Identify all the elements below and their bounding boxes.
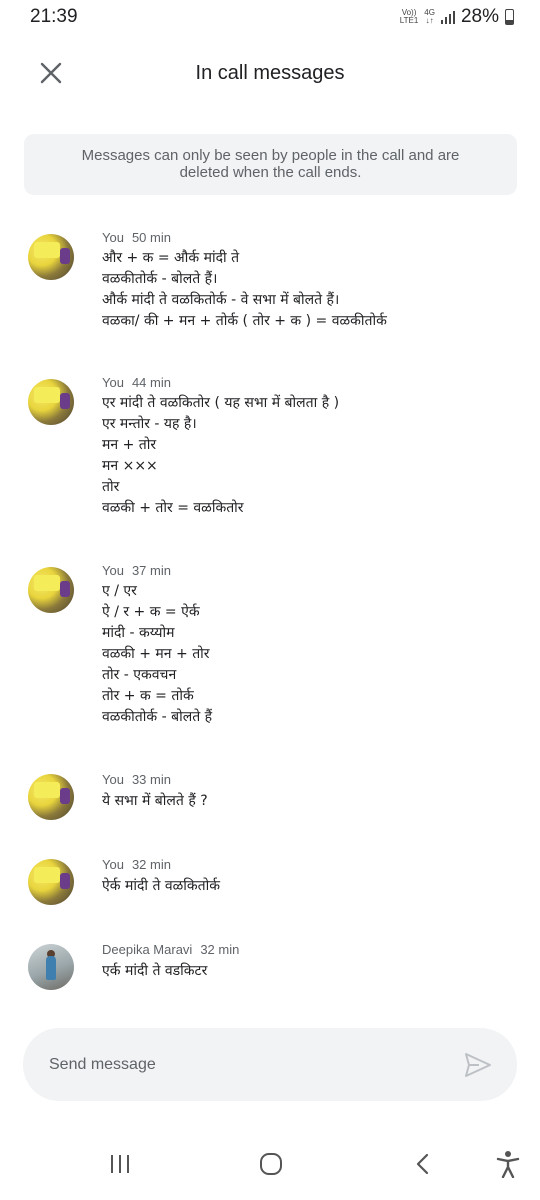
avatar: [28, 859, 74, 905]
recents-button[interactable]: [104, 1148, 136, 1180]
message-text: ऐर्क मांदी ते वळकितोर्क: [102, 876, 220, 897]
status-bar: 21:39 Vo)) LTE1 4G ↓↑ 28%: [0, 0, 540, 36]
message-time: 33 min: [131, 772, 171, 787]
avatar: [28, 234, 74, 280]
message-line: ए / एर: [102, 583, 137, 599]
message-text: एर्क मांदी ते वडकिटर: [102, 961, 207, 982]
message-line: एर मांदी ते वळकितोर ( यह सभा में बोलता ह…: [102, 395, 340, 411]
message-line: मांदी - कय्योम: [102, 625, 175, 641]
message-text: ये सभा में बोलते हैं ?: [102, 791, 208, 812]
message-meta: You 44 min: [102, 375, 171, 390]
signal-icon: [440, 10, 455, 24]
message-line: वळकी + मन + तोर: [102, 646, 210, 662]
sender-name: You: [102, 563, 124, 578]
home-icon: [260, 1153, 282, 1175]
message-text: एर मांदी ते वळकितोर ( यह सभा में बोलता ह…: [102, 393, 339, 519]
status-time: 21:39: [30, 6, 78, 27]
network-type-icon: 4G ↓↑: [424, 8, 435, 25]
message-line: ऐर्क मांदी ते वळकितोर्क: [102, 878, 221, 894]
sender-name: You: [102, 375, 124, 390]
message-line: मन + तोर: [102, 437, 157, 453]
message-line: और + क = और्क मांदी ते: [102, 250, 240, 266]
top-app-bar: In call messages: [0, 46, 540, 102]
accessibility-icon: [496, 1151, 520, 1178]
recents-icon: [111, 1155, 129, 1173]
message-meta: Deepika Maravi 32 min: [102, 942, 239, 957]
status-icons: Vo)) LTE1 4G ↓↑ 28%: [400, 6, 514, 28]
message-line: तोर - एकवचन: [102, 667, 177, 683]
message-text: ए / एर ऐ / र + क = ऐर्क मांदी - कय्योम व…: [102, 581, 212, 728]
message-time: 50 min: [131, 230, 171, 245]
message-line: तोर: [102, 479, 120, 495]
message-time: 44 min: [131, 375, 171, 390]
send-message-input[interactable]: [49, 1050, 429, 1080]
battery-icon: [505, 9, 514, 25]
back-button[interactable]: [407, 1148, 439, 1180]
message-meta: You 32 min: [102, 857, 171, 872]
message-line: मन ×××: [102, 458, 158, 474]
message-line: ऐ / र + क = ऐर्क: [102, 604, 200, 620]
avatar: [28, 379, 74, 425]
message-line: एर्क मांदी ते वडकिटर: [102, 963, 208, 979]
system-nav-bar: [0, 1130, 540, 1200]
message-composer: [23, 1028, 517, 1101]
message-line: वळकी + तोर = वळकितोर: [102, 500, 244, 516]
back-icon: [416, 1153, 429, 1175]
message-meta: You 37 min: [102, 563, 171, 578]
avatar: [28, 567, 74, 613]
message-line: वळका/ की + मन + तोर्क ( तोर + क ) = वळकी…: [102, 313, 387, 329]
battery-percent: 28%: [460, 6, 499, 27]
sender-name: You: [102, 772, 124, 787]
send-button[interactable]: [463, 1050, 493, 1080]
message-line: तोर + क = तोर्क: [102, 688, 194, 704]
home-button[interactable]: [255, 1148, 287, 1180]
sender-name: You: [102, 857, 124, 872]
message-time: 32 min: [200, 942, 240, 957]
message-meta: You 50 min: [102, 230, 171, 245]
sender-name: You: [102, 230, 124, 245]
message-text: और + क = और्क मांदी ते वळकीतोर्क - बोलते…: [102, 248, 387, 332]
message-line: और्क मांदी ते वळकितोर्क - वे सभा में बोल…: [102, 292, 340, 308]
accessibility-button[interactable]: [492, 1148, 524, 1180]
message-line: वळकीतोर्क - बोलते हैं।: [102, 271, 218, 287]
volte-icon: Vo)) LTE1: [399, 8, 419, 25]
message-line: ये सभा में बोलते हैं ?: [102, 793, 208, 809]
avatar: [28, 944, 74, 990]
message-meta: You 33 min: [102, 772, 171, 787]
send-icon: [465, 1053, 491, 1077]
message-line: एर मन्तोर - यह है।: [102, 416, 197, 432]
message-time: 32 min: [131, 857, 171, 872]
privacy-notice: Messages can only be seen by people in t…: [24, 134, 517, 195]
message-line: वळकीतोर्क - बोलते हैं: [102, 709, 213, 725]
sender-name: Deepika Maravi: [102, 942, 193, 957]
message-time: 37 min: [131, 563, 171, 578]
avatar: [28, 774, 74, 820]
page-title: In call messages: [195, 62, 345, 84]
